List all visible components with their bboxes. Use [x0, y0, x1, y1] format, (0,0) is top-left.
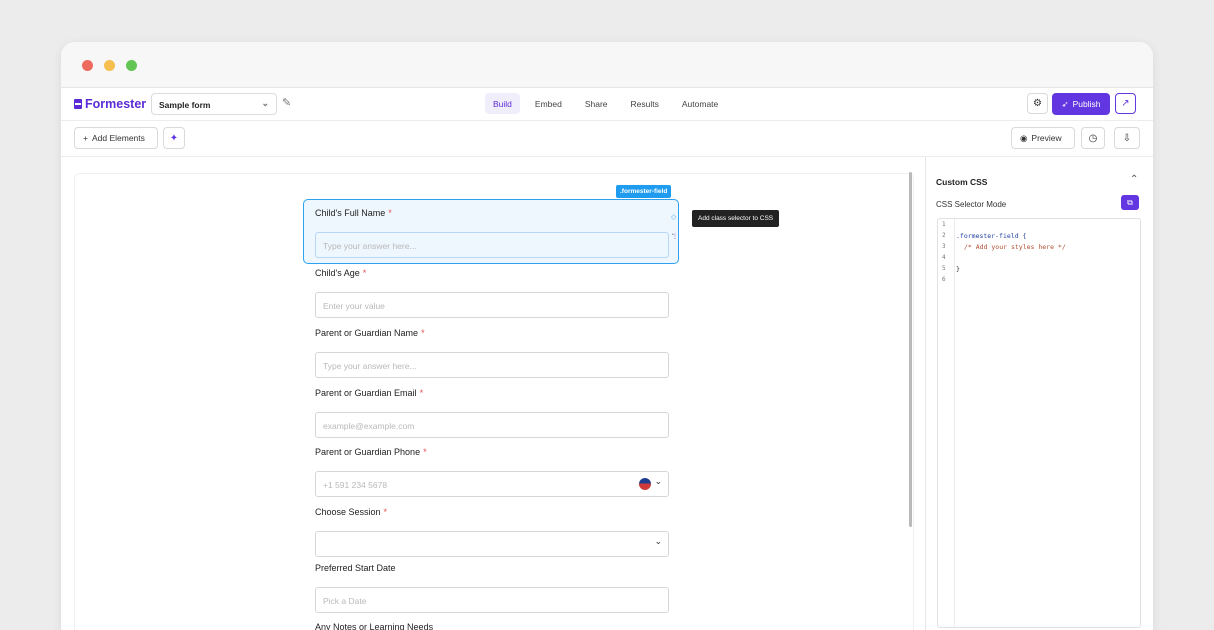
publish-label: Publish — [1072, 99, 1101, 109]
field-input[interactable]: Enter your value — [315, 292, 669, 318]
panel-title: Custom CSS — [936, 177, 988, 187]
field-label: Parent or Guardian Name — [315, 328, 419, 338]
chevron-down-icon[interactable]: ⌄ — [654, 476, 662, 487]
field-label: Preferred Start Date — [315, 563, 396, 573]
placeholder-text: example@example.com — [323, 421, 415, 431]
code-brace: } — [956, 264, 960, 273]
rocket-icon: ➶ — [1061, 98, 1069, 109]
tooltip: Add class selector to CSS — [692, 210, 780, 227]
plus-icon: + — [83, 133, 88, 143]
field-label: Parent or Guardian Email — [315, 388, 417, 398]
code-text: .formester-field { — [956, 231, 1027, 240]
field-select[interactable]: ⌄ — [315, 531, 669, 557]
history-button[interactable]: ◷ — [1081, 127, 1105, 149]
placeholder-text: Type your answer here... — [323, 241, 417, 251]
download-icon: ⇩ — [1122, 132, 1132, 144]
formester-logo[interactable]: Formester — [74, 97, 146, 111]
settings-button[interactable]: ⚙ — [1027, 93, 1048, 114]
field-label: Parent or Guardian Phone — [315, 447, 421, 457]
close-window-dot[interactable] — [82, 60, 93, 71]
history-icon: ◷ — [1088, 132, 1098, 144]
required-asterisk: * — [421, 328, 425, 338]
placeholder-text: Enter your value — [323, 301, 385, 311]
ai-assist-button[interactable]: ✦ — [163, 127, 185, 149]
placeholder-text: Type your answer here... — [323, 361, 417, 371]
code-line[interactable]: 5} — [938, 263, 1140, 274]
required-asterisk: * — [388, 208, 392, 218]
chevron-down-icon: ⌄ — [261, 98, 269, 108]
field-childs-age[interactable]: Child's Age * Enter your value — [315, 268, 669, 318]
app-window: Formester Sample form ⌄ ✎ Build Embed Sh… — [61, 42, 1153, 630]
main-tabs: Build Embed Share Results Automate — [485, 93, 726, 114]
form-name-label: Sample form — [159, 100, 211, 110]
field-label: Choose Session — [315, 507, 381, 517]
field-choose-session[interactable]: Choose Session * ⌄ — [315, 507, 669, 557]
form-name-dropdown[interactable]: Sample form ⌄ — [151, 93, 277, 115]
required-asterisk: * — [419, 388, 424, 398]
field-label: Child's Full Name — [315, 208, 386, 218]
top-navigation: Formester Sample form ⌄ ✎ Build Embed Sh… — [61, 88, 1153, 121]
tab-build[interactable]: Build — [485, 93, 520, 114]
gear-icon: ⚙ — [1033, 98, 1042, 109]
drag-handle-icon[interactable]: ⋮ — [672, 233, 678, 240]
code-line[interactable]: 2 .formester-field { — [938, 230, 1140, 241]
external-link-icon: ↗ — [1121, 98, 1130, 109]
selector-mode-button[interactable]: ⧉ — [1121, 195, 1139, 210]
line-number-gutter — [938, 219, 955, 627]
tab-embed[interactable]: Embed — [527, 93, 570, 114]
canvas-scrollbar[interactable] — [909, 172, 912, 527]
minimize-window-dot[interactable] — [104, 60, 115, 71]
code-comment: /* Add your styles here */ — [964, 242, 1066, 251]
maximize-window-dot[interactable] — [126, 60, 137, 71]
tab-share[interactable]: Share — [577, 93, 616, 114]
field-label: Child's Age — [315, 268, 360, 278]
tab-automate[interactable]: Automate — [674, 93, 726, 114]
field-label: Any Notes or Learning Needs — [315, 622, 434, 630]
download-button[interactable]: ⇩ — [1114, 127, 1140, 149]
eye-icon: ◉ — [1020, 132, 1028, 143]
field-input[interactable]: Type your answer here... — [315, 352, 669, 378]
sparkle-icon: ✦ — [169, 132, 179, 144]
code-line[interactable]: 6 — [938, 274, 1140, 285]
custom-css-panel: Custom CSS ⌃ CSS Selector Mode ⧉ 1 2 .for… — [925, 157, 1153, 630]
logo-text: Formester — [85, 97, 147, 111]
field-notes[interactable]: Any Notes or Learning Needs — [315, 622, 669, 630]
open-form-button[interactable]: ↗ — [1115, 93, 1136, 114]
placeholder-text: Pick a Date — [323, 596, 367, 606]
preview-button[interactable]: ◉ Preview — [1011, 127, 1075, 149]
field-input[interactable]: +1 591 234 5678 ⌄ — [315, 471, 669, 497]
formester-logo-icon — [74, 99, 82, 109]
add-elements-label: Add Elements — [91, 133, 145, 143]
required-asterisk: * — [383, 507, 388, 517]
code-line[interactable]: 1 — [938, 219, 1140, 230]
field-parent-phone[interactable]: Parent or Guardian Phone * +1 591 234 567… — [315, 447, 669, 497]
field-parent-email[interactable]: Parent or Guardian Email * example@exampl… — [315, 388, 669, 438]
field-parent-name[interactable]: Parent or Guardian Name * Type your answe… — [315, 328, 669, 378]
publish-button[interactable]: ➶ Publish — [1052, 93, 1110, 115]
builder-toolbar: + Add Elements ✦ ◉ Preview ◷ ⇩ — [61, 121, 1153, 157]
add-elements-button[interactable]: + Add Elements — [74, 127, 158, 149]
tab-results[interactable]: Results — [623, 93, 667, 114]
country-flag-icon[interactable] — [639, 478, 651, 490]
placeholder-text: +1 591 234 5678 — [323, 480, 388, 490]
field-date[interactable]: Pick a Date — [315, 587, 669, 613]
code-line[interactable]: 4 — [938, 252, 1140, 263]
field-preferred-start-date[interactable]: Preferred Start Date Pick a Date — [315, 563, 669, 613]
field-childs-full-name[interactable]: Child's Full Name * Type your answer here… — [315, 208, 669, 258]
window-titlebar — [61, 42, 1153, 88]
selected-field-class-tag: .formester-field — [616, 185, 672, 198]
required-asterisk: * — [423, 447, 427, 457]
css-code-editor[interactable]: 1 2 .formester-field { 3/* Add your style… — [937, 218, 1141, 628]
chevron-down-icon[interactable]: ⌄ — [654, 536, 662, 547]
selector-mode-label: CSS Selector Mode — [936, 200, 1007, 209]
chevron-up-icon[interactable]: ⌃ — [1130, 174, 1138, 185]
code-line[interactable]: 3/* Add your styles here */ — [938, 241, 1140, 252]
field-input[interactable]: Type your answer here... — [315, 232, 669, 258]
preview-label: Preview — [1031, 133, 1062, 143]
tag-icon[interactable]: ◇ — [671, 213, 676, 221]
pencil-icon[interactable]: ✎ — [282, 96, 291, 109]
field-input[interactable]: example@example.com — [315, 412, 669, 438]
required-asterisk: * — [362, 268, 367, 278]
